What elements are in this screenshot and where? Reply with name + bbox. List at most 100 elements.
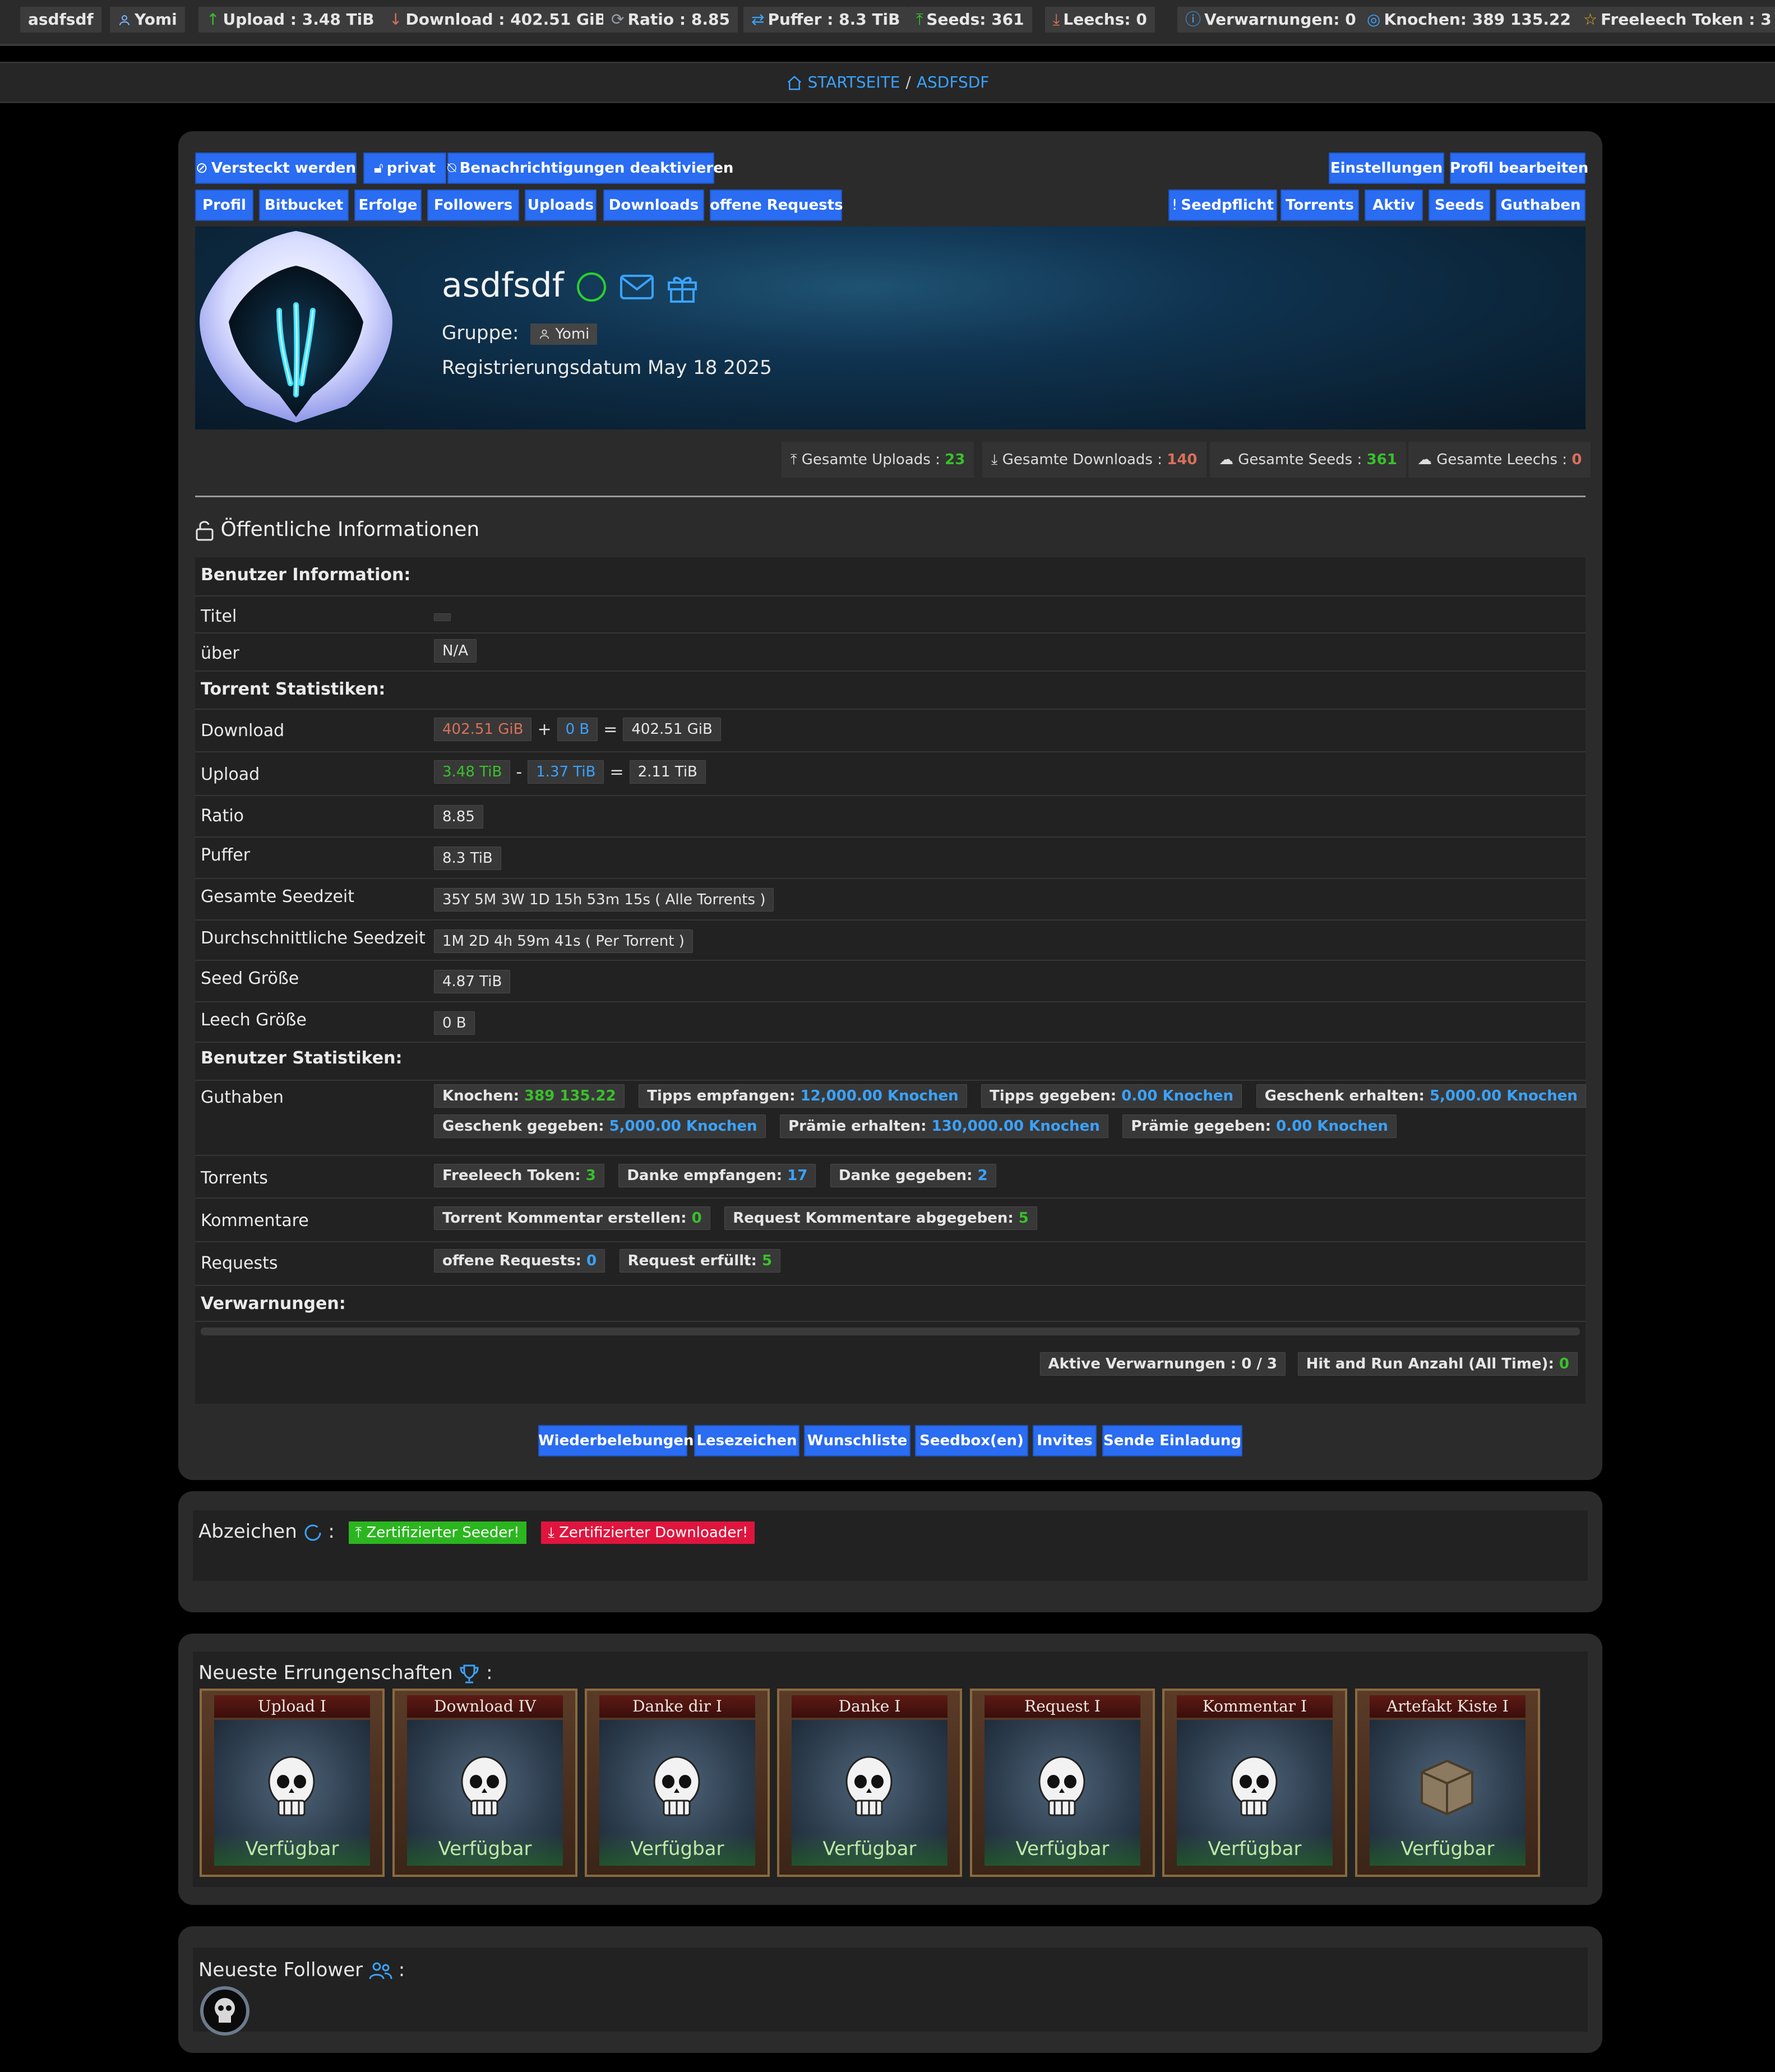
- topbar-knochen[interactable]: ◎ Knochen: 389 135.22: [1359, 7, 1579, 33]
- topbar-username-label: asdfsdf: [28, 10, 94, 29]
- ueber-label: über: [201, 644, 239, 663]
- topbar-group[interactable]: Yomi: [110, 7, 185, 33]
- swap-icon: ⇄: [751, 10, 765, 29]
- breadcrumb-current[interactable]: ASDFSDF: [917, 73, 990, 91]
- group-chip[interactable]: Yomi: [530, 323, 598, 345]
- thanks-received-value: 17: [787, 1167, 808, 1184]
- gift-icon[interactable]: [665, 266, 699, 305]
- certified-seeder-badge[interactable]: ⤒ Zertifizierter Seeder!: [348, 1521, 526, 1544]
- achievement-status: Verfügbar: [792, 1832, 947, 1866]
- achievement-card[interactable]: Request I Verfügbar: [970, 1689, 1155, 1877]
- info-circle-icon: ⓘ: [1185, 10, 1201, 29]
- topbar-seeds[interactable]: ⤒ Seeds: 361: [908, 7, 1032, 33]
- wishlist-button-label: Wunschliste: [807, 1432, 908, 1449]
- wishlist-button[interactable]: Wunschliste: [804, 1425, 910, 1456]
- topbar-freeleech[interactable]: ☆ Freeleech Token : 3: [1575, 7, 1775, 33]
- topbar-warnings[interactable]: ⓘ Verwarnungen: 0: [1177, 7, 1364, 33]
- tab-seeds[interactable]: Seeds: [1429, 189, 1490, 221]
- profile-name-line: asdfsdf: [442, 266, 699, 305]
- settings-button[interactable]: Einstellungen: [1329, 152, 1444, 184]
- tab-bitbucket[interactable]: Bitbucket: [259, 189, 349, 221]
- tab-torrents[interactable]: Torrents: [1281, 189, 1359, 221]
- invites-button[interactable]: Invites: [1033, 1425, 1097, 1456]
- private-button[interactable]: 🔓︎ privat: [363, 152, 446, 184]
- tab-aktiv-label: Aktiv: [1372, 197, 1415, 214]
- thanks-received-label: Danke empfangen:: [627, 1167, 783, 1184]
- certified-downloader-badge[interactable]: ⤓ Zertifizierter Downloader!: [541, 1521, 755, 1544]
- gift-received-value: 5,000.00 Knochen: [1429, 1088, 1578, 1104]
- group-label: Gruppe:: [442, 322, 519, 344]
- tab-uploads[interactable]: Uploads: [525, 189, 597, 221]
- send-invite-button[interactable]: Sende Einladung: [1102, 1425, 1242, 1456]
- cloud-download-icon: ☁: [1417, 451, 1432, 468]
- section-torrent-stats: Torrent Statistiken:: [195, 670, 1586, 709]
- row-upload: Upload 3.48 TiB -1.37 TiB = 2.11 TiB: [195, 751, 1586, 795]
- breadcrumb-home-link[interactable]: STARTSEITE: [808, 73, 900, 91]
- skull-tophat-icon: [1218, 1747, 1291, 1825]
- bookmarks-button[interactable]: Lesezeichen: [694, 1425, 799, 1456]
- users-icon: [369, 1959, 392, 1981]
- topbar-download[interactable]: ↓ Download : 402.51 GiB: [381, 7, 614, 33]
- hnr-value: 0: [1559, 1356, 1569, 1372]
- active-warnings-badge: Aktive Verwarnungen : 0 / 3: [1039, 1352, 1286, 1376]
- topbar-ratio[interactable]: ⟳ Ratio : 8.85: [603, 7, 738, 33]
- download-result: 402.51 GiB: [623, 718, 721, 741]
- achievement-card[interactable]: Upload I Verfügbar: [200, 1689, 385, 1877]
- avg-seedtime-label: Durchschnittliche Seedzeit: [201, 928, 426, 948]
- tab-erfolge[interactable]: Erfolge: [354, 189, 422, 221]
- comments-label: Kommentare: [201, 1211, 309, 1231]
- topbar-leechs[interactable]: ⤓ Leechs: 0: [1045, 7, 1155, 33]
- achievement-card[interactable]: Artefakt Kiste I Verfügbar: [1355, 1689, 1540, 1877]
- revivals-button[interactable]: Wiederbelebungen: [538, 1425, 694, 1456]
- topbar-username[interactable]: asdfsdf: [20, 7, 101, 33]
- tab-profil[interactable]: Profil: [195, 189, 253, 221]
- tab-open-requests[interactable]: offene Requests: [710, 189, 843, 221]
- arrow-up-icon: ↑: [206, 10, 220, 29]
- achievement-card[interactable]: Danke dir I Verfügbar: [585, 1689, 770, 1877]
- seedtime-label: Gesamte Seedzeit: [201, 887, 354, 906]
- notifications-off-label: Benachrichtigungen deaktivieren: [459, 160, 734, 177]
- hide-button[interactable]: ⊘ Versteckt werden: [195, 152, 357, 184]
- tips-given-label: Tipps gegeben:: [990, 1088, 1117, 1104]
- thanks-given-label: Danke gegeben:: [838, 1167, 973, 1184]
- badge-circle-icon: [303, 1520, 322, 1543]
- hide-button-label: Versteckt werden: [211, 160, 356, 177]
- topbar-upload[interactable]: ↑ Upload : 3.48 TiB: [198, 7, 382, 33]
- download-label: Download: [201, 721, 285, 741]
- freeleech-badge: Freeleech Token: 3: [434, 1164, 604, 1187]
- edit-profile-button[interactable]: Profil bearbeiten: [1450, 152, 1588, 184]
- skull-cap-icon: [448, 1747, 521, 1825]
- bookmarks-button-label: Lesezeichen: [696, 1432, 797, 1449]
- tab-downloads[interactable]: Downloads: [603, 189, 704, 221]
- home-icon: [786, 73, 803, 91]
- row-titel: Titel: [195, 595, 1586, 632]
- tab-seedpflicht[interactable]: ! Seedpflicht: [1168, 189, 1277, 221]
- seedbox-button[interactable]: Seedbox(en): [915, 1425, 1028, 1456]
- tab-guthaben-label: Guthaben: [1500, 197, 1581, 214]
- refresh-icon: ⟳: [611, 10, 625, 29]
- achievement-status: Verfügbar: [599, 1832, 755, 1866]
- tab-followers[interactable]: Followers: [427, 189, 519, 221]
- tab-guthaben[interactable]: Guthaben: [1496, 189, 1586, 221]
- topbar-leechs-label: Leechs: 0: [1063, 10, 1147, 29]
- tab-profil-label: Profil: [202, 197, 246, 214]
- total-uploads-label: Gesamte Uploads :: [801, 451, 940, 468]
- request-comment-value: 5: [1018, 1210, 1029, 1227]
- row-leechsize: Leech Größe 0 B: [195, 1001, 1586, 1042]
- achievement-card[interactable]: Kommentar I Verfügbar: [1162, 1689, 1347, 1877]
- achievement-card[interactable]: Download IV Verfügbar: [392, 1689, 577, 1877]
- tab-aktiv[interactable]: Aktiv: [1365, 189, 1423, 221]
- achievement-card[interactable]: Danke I Verfügbar: [777, 1689, 962, 1877]
- avatar[interactable]: [195, 226, 397, 429]
- requests-label: Requests: [201, 1254, 278, 1273]
- achievement-title: Upload I: [214, 1695, 370, 1718]
- badges-title-line: Abzeichen : ⤒ Zertifizierter Seeder! ⤓ Z…: [198, 1520, 755, 1544]
- public-info-title-text: Öffentliche Informationen: [220, 518, 480, 541]
- certified-seeder-label: Zertifizierter Seeder!: [366, 1524, 520, 1541]
- skull-beard-icon: [640, 1747, 713, 1825]
- follower-avatar[interactable]: [200, 1986, 250, 2036]
- topbar-puffer[interactable]: ⇄ Puffer : 8.3 TiB: [743, 7, 908, 33]
- notifications-off-button[interactable]: ⍉ Benachrichtigungen deaktivieren: [447, 152, 733, 184]
- envelope-icon[interactable]: [619, 266, 655, 305]
- gift-received-label: Geschenk erhalten:: [1264, 1088, 1425, 1104]
